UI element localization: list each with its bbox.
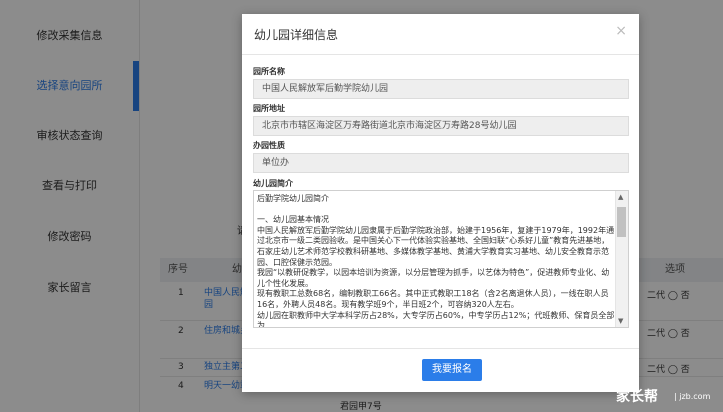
school-intro-text: 后勤学院幼儿园简介 一、幼儿园基本情况 中国人民解放军后勤学院幼儿园隶属于后勤学… xyxy=(257,194,615,328)
school-intro-textarea[interactable]: 后勤学院幼儿园简介 一、幼儿园基本情况 中国人民解放军后勤学院幼儿园隶属于后勤学… xyxy=(253,190,629,328)
apply-button[interactable]: 我要报名 xyxy=(422,359,482,381)
school-address-field: 北京市市辖区海淀区万寿路街道北京市海淀区万寿路28号幼儿园 xyxy=(253,116,629,136)
app-root: 修改采集信息 选择意向园所 审核状态查询 查看与打印 修改密码 家长留言 请 序… xyxy=(0,0,723,412)
modal-title: 幼儿园详细信息 xyxy=(254,28,339,42)
school-name-field: 中国人民解放军后勤学院幼儿园 xyxy=(253,79,629,99)
watermark-logo: 家长帮 | jzb.com xyxy=(616,384,723,410)
scroll-up-arrow-icon[interactable]: ▲ xyxy=(618,193,623,201)
scroll-thumb[interactable] xyxy=(617,207,626,237)
school-name-label: 园所名称 xyxy=(253,67,285,76)
watermark-url: | jzb.com xyxy=(674,392,711,401)
modal-header: 幼儿园详细信息 × xyxy=(242,14,639,55)
school-nature-field: 单位办 xyxy=(253,153,629,173)
modal-footer-divider xyxy=(242,348,639,349)
intro-scrollbar[interactable]: ▲ ▼ xyxy=(615,191,628,327)
school-intro-label: 幼儿园简介 xyxy=(253,179,293,188)
kindergarten-detail-modal: 幼儿园详细信息 × 园所名称 中国人民解放军后勤学院幼儿园 园所地址 北京市市辖… xyxy=(242,14,639,392)
close-icon[interactable]: × xyxy=(615,23,627,39)
school-address-label: 园所地址 xyxy=(253,104,285,113)
scroll-down-arrow-icon[interactable]: ▼ xyxy=(618,317,623,325)
school-nature-label: 办园性质 xyxy=(253,141,285,150)
watermark-brand: 家长帮 xyxy=(616,389,658,405)
